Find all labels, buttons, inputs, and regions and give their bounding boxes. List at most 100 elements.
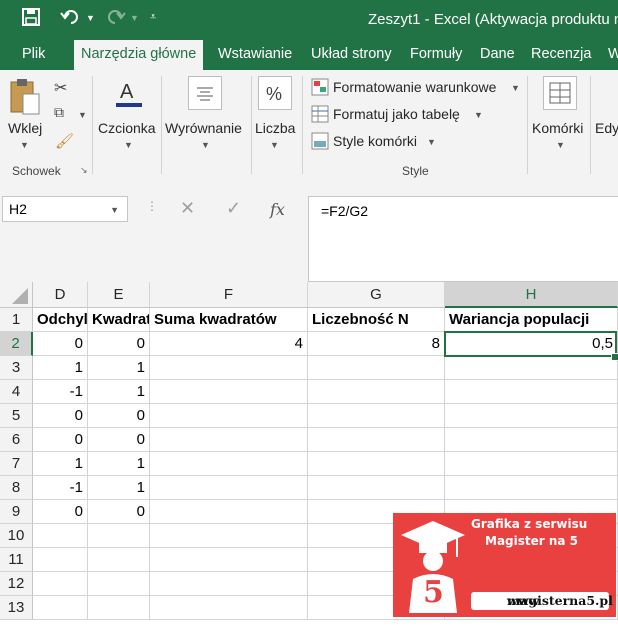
cell-d2[interactable]: 0 bbox=[33, 332, 88, 356]
cell-f12[interactable] bbox=[150, 572, 308, 596]
conditional-formatting-button[interactable]: Formatowanie warunkowe bbox=[333, 79, 496, 95]
number-button[interactable]: Liczba bbox=[255, 120, 295, 136]
cell-d13[interactable] bbox=[33, 596, 88, 620]
cell-f8[interactable] bbox=[150, 476, 308, 500]
customize-toolbar-icon[interactable]: ⩡ bbox=[150, 11, 156, 24]
cell-e3[interactable]: 1 bbox=[88, 356, 150, 380]
cell-f5[interactable] bbox=[150, 404, 308, 428]
format-painter-icon[interactable]: 🖌 bbox=[55, 132, 74, 150]
cell-g6[interactable] bbox=[308, 428, 445, 452]
tab-file[interactable]: Plik bbox=[22, 46, 45, 62]
cell-g2[interactable]: 8 bbox=[308, 332, 445, 356]
cell-e1[interactable]: Kwadrat bbox=[88, 308, 150, 332]
cell-d8[interactable]: -1 bbox=[33, 476, 88, 500]
row-header[interactable]: 6 bbox=[0, 428, 33, 452]
editing-button[interactable]: Edy bbox=[595, 120, 618, 136]
cell-e5[interactable]: 0 bbox=[88, 404, 150, 428]
format-as-table-dropdown-icon[interactable]: ▼ bbox=[474, 110, 483, 120]
column-header-e[interactable]: E bbox=[88, 282, 150, 308]
alignment-icon[interactable] bbox=[188, 76, 222, 110]
row-header[interactable]: 3 bbox=[0, 356, 33, 380]
format-as-table-button[interactable]: Formatuj jako tabelę bbox=[333, 106, 460, 122]
cell-f7[interactable] bbox=[150, 452, 308, 476]
cell-e13[interactable] bbox=[88, 596, 150, 620]
cell-e12[interactable] bbox=[88, 572, 150, 596]
row-header[interactable]: 5 bbox=[0, 404, 33, 428]
redo-dropdown-icon[interactable]: ▼ bbox=[130, 13, 139, 23]
cell-e8[interactable]: 1 bbox=[88, 476, 150, 500]
cell-d3[interactable]: 1 bbox=[33, 356, 88, 380]
column-header-g[interactable]: G bbox=[308, 282, 445, 308]
cell-d6[interactable]: 0 bbox=[33, 428, 88, 452]
enter-icon[interactable]: ✓ bbox=[226, 198, 241, 219]
row-header[interactable]: 12 bbox=[0, 572, 33, 596]
dialog-launcher-icon[interactable]: ↘ bbox=[80, 165, 88, 176]
cells-button[interactable]: Komórki bbox=[532, 120, 583, 136]
cell-e11[interactable] bbox=[88, 548, 150, 572]
font-dropdown-icon[interactable]: ▼ bbox=[124, 140, 133, 150]
cell-f1[interactable]: Suma kwadratów bbox=[150, 308, 308, 332]
cell-f2[interactable]: 4 bbox=[150, 332, 308, 356]
cell-d9[interactable]: 0 bbox=[33, 500, 88, 524]
cell-e9[interactable]: 0 bbox=[88, 500, 150, 524]
cell-h5[interactable] bbox=[445, 404, 618, 428]
column-header-f[interactable]: F bbox=[150, 282, 308, 308]
cell-e4[interactable]: 1 bbox=[88, 380, 150, 404]
paste-dropdown-icon[interactable]: ▼ bbox=[20, 140, 29, 150]
cell-g5[interactable] bbox=[308, 404, 445, 428]
row-header[interactable]: 10 bbox=[0, 524, 33, 548]
name-box-dropdown-icon[interactable]: ▼ bbox=[110, 205, 119, 215]
cell-d4[interactable]: -1 bbox=[33, 380, 88, 404]
font-button[interactable]: Czcionka bbox=[98, 120, 156, 136]
font-color-icon[interactable]: A bbox=[112, 76, 146, 110]
cell-h8[interactable] bbox=[445, 476, 618, 500]
cell-f6[interactable] bbox=[150, 428, 308, 452]
cell-g3[interactable] bbox=[308, 356, 445, 380]
fill-handle[interactable] bbox=[611, 353, 618, 361]
column-header-d[interactable]: D bbox=[33, 282, 88, 308]
cell-d5[interactable]: 0 bbox=[33, 404, 88, 428]
row-header[interactable]: 13 bbox=[0, 596, 33, 620]
cells-dropdown-icon[interactable]: ▼ bbox=[556, 140, 565, 150]
alignment-button[interactable]: Wyrównanie bbox=[165, 120, 242, 136]
undo-icon[interactable] bbox=[60, 8, 82, 31]
row-header[interactable]: 9 bbox=[0, 500, 33, 524]
redo-icon[interactable] bbox=[104, 8, 126, 31]
number-dropdown-icon[interactable]: ▼ bbox=[270, 140, 279, 150]
tab-page-layout[interactable]: Układ strony bbox=[311, 46, 392, 62]
undo-dropdown-icon[interactable]: ▼ bbox=[86, 13, 95, 23]
row-header[interactable]: 4 bbox=[0, 380, 33, 404]
cell-h7[interactable] bbox=[445, 452, 618, 476]
tab-insert[interactable]: Wstawianie bbox=[218, 46, 292, 62]
row-header[interactable]: 2 bbox=[0, 332, 33, 356]
cell-f9[interactable] bbox=[150, 500, 308, 524]
cell-g7[interactable] bbox=[308, 452, 445, 476]
cell-g1[interactable]: Liczebność N bbox=[308, 308, 445, 332]
cell-styles-button[interactable]: Style komórki bbox=[333, 133, 417, 149]
cell-g4[interactable] bbox=[308, 380, 445, 404]
conditional-dropdown-icon[interactable]: ▼ bbox=[511, 83, 520, 93]
percent-icon[interactable]: % bbox=[258, 76, 292, 110]
paste-button[interactable]: Wklej bbox=[8, 120, 42, 136]
row-header[interactable]: 11 bbox=[0, 548, 33, 572]
name-box[interactable]: H2 ▼ bbox=[2, 196, 128, 222]
cell-styles-dropdown-icon[interactable]: ▼ bbox=[427, 137, 436, 147]
tab-view[interactable]: W bbox=[608, 46, 618, 62]
cell-e2[interactable]: 0 bbox=[88, 332, 150, 356]
cell-e6[interactable]: 0 bbox=[88, 428, 150, 452]
insert-function-icon[interactable]: fx bbox=[270, 200, 285, 219]
copy-dropdown-icon[interactable]: ▼ bbox=[78, 110, 87, 120]
row-header[interactable]: 1 bbox=[0, 308, 33, 332]
cell-f4[interactable] bbox=[150, 380, 308, 404]
cell-h1[interactable]: Wariancja populacji bbox=[445, 308, 618, 332]
cell-d1[interactable]: Odchyl bbox=[33, 308, 88, 332]
paste-icon[interactable] bbox=[8, 76, 42, 116]
cell-d7[interactable]: 1 bbox=[33, 452, 88, 476]
tab-review[interactable]: Recenzja bbox=[531, 46, 591, 62]
copy-icon[interactable]: ⧉ bbox=[54, 104, 64, 121]
tab-formulas[interactable]: Formuły bbox=[410, 46, 462, 62]
cell-f13[interactable] bbox=[150, 596, 308, 620]
cell-d11[interactable] bbox=[33, 548, 88, 572]
cancel-icon[interactable]: ✕ bbox=[180, 198, 195, 219]
cell-e7[interactable]: 1 bbox=[88, 452, 150, 476]
